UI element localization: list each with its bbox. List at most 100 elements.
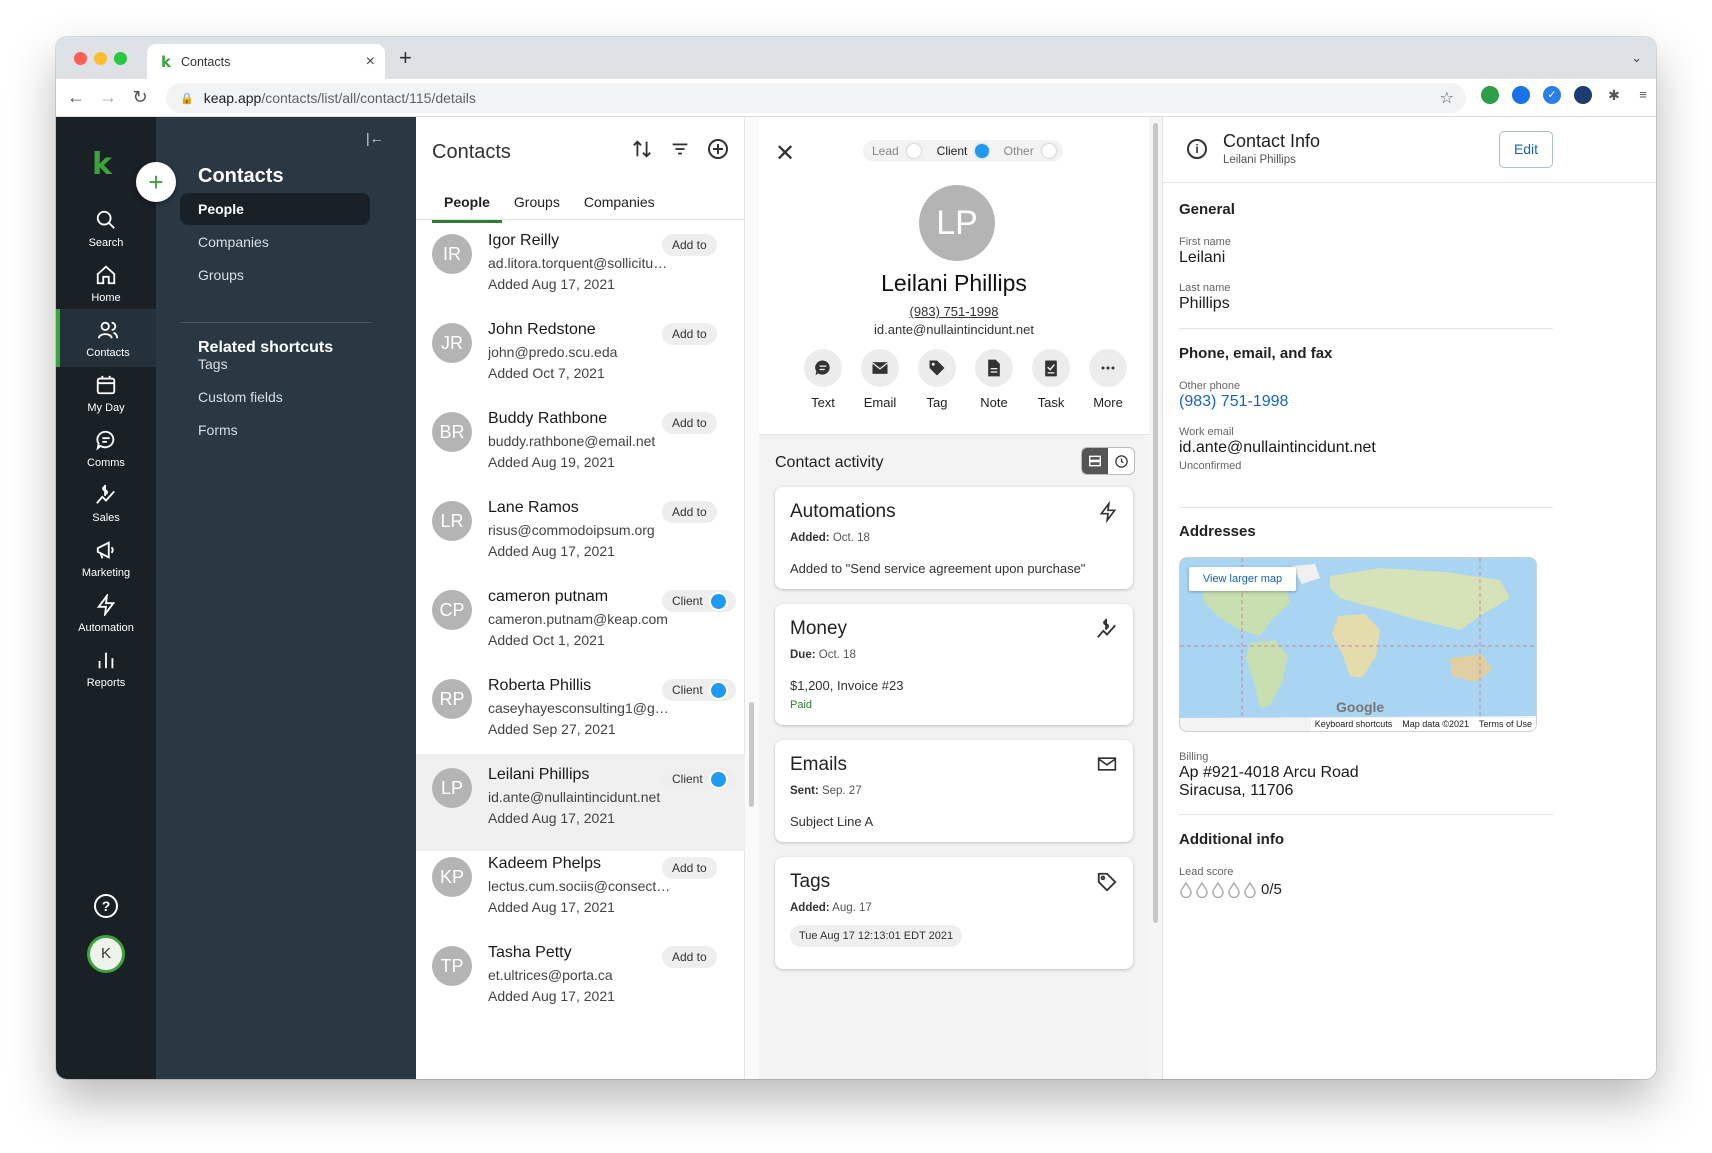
browser-tab[interactable]: k Contacts ×	[147, 44, 385, 79]
subnav-item-people[interactable]: People	[180, 193, 370, 225]
list-scrollbar-thumb[interactable]	[749, 702, 754, 807]
rail-item-comms[interactable]: Comms	[56, 419, 156, 477]
circle-extension-icon[interactable]	[1574, 86, 1592, 104]
extension-icon[interactable]	[1512, 86, 1530, 104]
tag-action-button[interactable]: Tag	[917, 349, 957, 410]
subnav-item-groups[interactable]: Groups	[180, 259, 370, 291]
list-scrollbar[interactable]	[745, 117, 759, 1079]
subnav-item-companies[interactable]: Companies	[180, 226, 370, 258]
client-status-pill[interactable]: Client	[662, 679, 736, 701]
rail-item-marketing[interactable]: Marketing	[56, 529, 156, 587]
tab-search-chevron-icon[interactable]: ⌄	[1631, 50, 1642, 66]
automations-card[interactable]: Automations Added: Oct. 18 Added to "Sen…	[775, 487, 1133, 589]
close-tab-icon[interactable]: ×	[366, 53, 375, 71]
text-action-button[interactable]: Text	[803, 349, 843, 410]
help-icon[interactable]: ?	[94, 894, 118, 918]
emails-card[interactable]: Emails Sent: Sep. 27 Subject Line A	[775, 740, 1133, 842]
tags-card[interactable]: Tags Added: Aug. 17 Tue Aug 17 12:13:01 …	[775, 857, 1133, 969]
contact-row[interactable]: JR John Redstone john@predo.scu.eda Added O…	[416, 309, 746, 406]
flame-icon	[1228, 881, 1240, 898]
add-to-button[interactable]: Add to	[662, 946, 717, 968]
contact-row[interactable]: CP cameron putnam cameron.putnam@keap.com A…	[416, 576, 746, 673]
contact-row[interactable]: LP Leilani Phillips id.ante@nullaintincidu…	[416, 754, 746, 851]
evernote-extension-icon[interactable]	[1481, 86, 1499, 104]
tab-companies[interactable]: Companies	[572, 189, 667, 223]
address-bar[interactable]: 🔒 keap.app/contacts/list/all/contact/115…	[166, 83, 1466, 113]
stage-other[interactable]: Other	[996, 140, 1063, 162]
add-new-button[interactable]: +	[136, 162, 176, 202]
reload-icon[interactable]: ↻	[124, 87, 156, 108]
add-to-button[interactable]: Add to	[662, 412, 717, 434]
pill-label: Add to	[672, 238, 707, 252]
money-card-title: Money	[790, 618, 848, 639]
email-action-button[interactable]: Email	[860, 349, 900, 410]
bookmark-star-icon[interactable]: ☆	[1440, 88, 1454, 108]
add-contact-icon[interactable]	[706, 137, 730, 161]
close-detail-icon[interactable]: ✕	[775, 139, 795, 168]
stage-selector[interactable]: Lead Client Other	[863, 140, 1063, 162]
rail-item-automation[interactable]: Automation	[56, 584, 156, 642]
contact-list-panel: Contacts People Groups Companies IR Igor …	[416, 117, 746, 1079]
contact-row[interactable]: LR Lane Ramos risus@commodoipsum.org Added …	[416, 487, 746, 584]
phone-link[interactable]: (983) 751-1998	[1179, 393, 1288, 411]
forward-arrow-icon[interactable]: →	[92, 87, 124, 108]
contact-name: Kadeem Phelps	[488, 855, 601, 872]
terms-of-use-link[interactable]: Terms of Use	[1479, 718, 1532, 731]
client-status-pill[interactable]: Client	[662, 590, 736, 612]
timeline-view-icon[interactable]	[1108, 448, 1134, 474]
rail-item-search[interactable]: Search	[56, 199, 156, 257]
keyboard-shortcuts-link[interactable]: Keyboard shortcuts	[1315, 718, 1393, 731]
rail-item-home[interactable]: Home	[56, 254, 156, 312]
puzzle-extensions-icon[interactable]: ✱	[1605, 86, 1623, 104]
contact-row[interactable]: KP Kadeem Phelps lectus.cum.sociis@consect…	[416, 843, 746, 940]
close-window-button[interactable]	[74, 52, 87, 65]
shortcut-custom-fields[interactable]: Custom fields	[180, 381, 370, 413]
add-to-button[interactable]: Add to	[662, 234, 717, 256]
card-view-icon[interactable]	[1082, 448, 1108, 474]
tab-groups[interactable]: Groups	[502, 189, 572, 223]
collapse-panel-icon[interactable]: |←	[366, 130, 384, 146]
add-to-button[interactable]: Add to	[662, 501, 717, 523]
minimize-window-button[interactable]	[94, 52, 107, 65]
activity-view-toggle[interactable]	[1081, 447, 1135, 475]
rail-item-sales[interactable]: Sales	[56, 474, 156, 532]
rail-item-reports[interactable]: Reports	[56, 639, 156, 697]
sort-icon[interactable]	[630, 137, 654, 161]
money-card[interactable]: Money Due: Oct. 18 $1,200, Invoice #23 P…	[775, 604, 1133, 725]
email-value: id.ante@nullaintincidunt.net	[1179, 439, 1376, 456]
rail-item-my-day[interactable]: My Day	[56, 364, 156, 422]
add-to-button[interactable]: Add to	[662, 323, 717, 345]
edit-button[interactable]: Edit	[1499, 131, 1553, 168]
client-toggle-dot	[710, 682, 726, 698]
stage-lead[interactable]: Lead	[863, 140, 930, 162]
shortcut-forms[interactable]: Forms	[180, 414, 370, 446]
contact-row[interactable]: TP Tasha Petty et.ultrices@porta.ca Added A…	[416, 932, 746, 1029]
contact-phone-link[interactable]: (983) 751-1998	[759, 304, 1149, 319]
view-larger-map-link[interactable]: View larger map	[1189, 567, 1296, 591]
new-tab-icon[interactable]: +	[399, 45, 412, 71]
filter-icon[interactable]	[668, 137, 692, 161]
keap-logo[interactable]: k	[92, 147, 112, 182]
zoom-window-button[interactable]	[114, 52, 127, 65]
tab-people[interactable]: People	[432, 189, 502, 223]
client-status-pill[interactable]: Client	[662, 768, 736, 790]
rail-item-contacts[interactable]: Contacts	[56, 309, 156, 367]
shortcut-tags[interactable]: Tags	[180, 348, 370, 380]
contact-row[interactable]: RP Roberta Phillis caseyhayesconsulting1@g…	[416, 665, 746, 762]
stage-client[interactable]: Client	[930, 140, 997, 162]
user-avatar[interactable]: K	[87, 935, 125, 973]
address-map[interactable]: View larger map Google Keyboard shortcut…	[1179, 557, 1537, 732]
detail-scrollbar-thumb[interactable]	[1153, 123, 1158, 923]
checkmark-extension-icon[interactable]: ✓	[1543, 86, 1561, 104]
detail-scrollbar[interactable]	[1149, 117, 1163, 1079]
more-action-button[interactable]: More	[1088, 349, 1128, 410]
back-arrow-icon[interactable]: ←	[60, 87, 92, 108]
contact-row[interactable]: BR Buddy Rathbone buddy.rathbone@email.net…	[416, 398, 746, 495]
add-to-button[interactable]: Add to	[662, 857, 717, 879]
task-action-button[interactable]: Task	[1031, 349, 1071, 410]
reading-list-icon[interactable]: ≡	[1634, 86, 1652, 104]
contact-avatar: BR	[432, 412, 472, 452]
note-action-button[interactable]: Note	[974, 349, 1014, 410]
tag-chip[interactable]: Tue Aug 17 12:13:01 EDT 2021	[790, 925, 963, 947]
contact-row[interactable]: IR Igor Reilly ad.litora.torquent@sollicit…	[416, 220, 746, 317]
